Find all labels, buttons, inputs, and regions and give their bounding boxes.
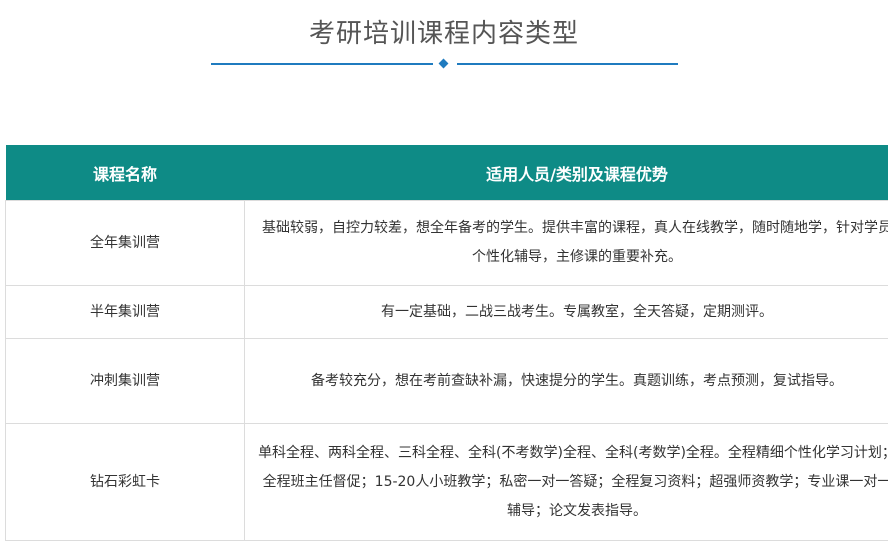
course-description-cell: 基础较弱，自控力较差，想全年备考的学生。提供丰富的课程，真人在线教学，随时随地学… <box>244 200 888 286</box>
page-title: 考研培训课程内容类型 <box>308 19 579 49</box>
table-row: 半年集训营 有一定基础，二战三战考生。专属教室，全天答疑，定期测评。 <box>5 285 888 339</box>
table-row: 冲刺集训营 备考较充分，想在考前查缺补漏，快速提分的学生。真题训练，考点预测，复… <box>5 338 888 424</box>
title-divider-left <box>211 63 433 65</box>
course-name-cell: 全年集训营 <box>5 200 245 286</box>
table-header-row: 课程名称 适用人员/类别及课程优势 <box>5 145 888 201</box>
table-row: 钻石彩虹卡 单科全程、两科全程、三科全程、全科(不考数学)全程、全科(考数学)全… <box>5 423 888 541</box>
course-description-cell: 备考较充分，想在考前查缺补漏，快速提分的学生。真题训练，考点预测，复试指导。 <box>244 338 888 424</box>
title-divider-right <box>457 63 678 65</box>
column-header-description: 适用人员/类别及课程优势 <box>244 145 888 201</box>
course-description-cell: 有一定基础，二战三战考生。专属教室，全天答疑，定期测评。 <box>244 285 888 339</box>
diamond-icon <box>438 58 449 69</box>
course-description-cell: 单科全程、两科全程、三科全程、全科(不考数学)全程、全科(考数学)全程。全程精细… <box>244 423 888 541</box>
course-name-cell: 钻石彩虹卡 <box>5 423 245 541</box>
course-name-cell: 半年集训营 <box>5 285 245 339</box>
table-row: 全年集训营 基础较弱，自控力较差，想全年备考的学生。提供丰富的课程，真人在线教学… <box>5 200 888 286</box>
column-header-course-name: 课程名称 <box>5 145 245 201</box>
course-name-cell: 冲刺集训营 <box>5 338 245 424</box>
course-table: 课程名称 适用人员/类别及课程优势 全年集训营 基础较弱，自控力较差，想全年备考… <box>5 145 888 541</box>
